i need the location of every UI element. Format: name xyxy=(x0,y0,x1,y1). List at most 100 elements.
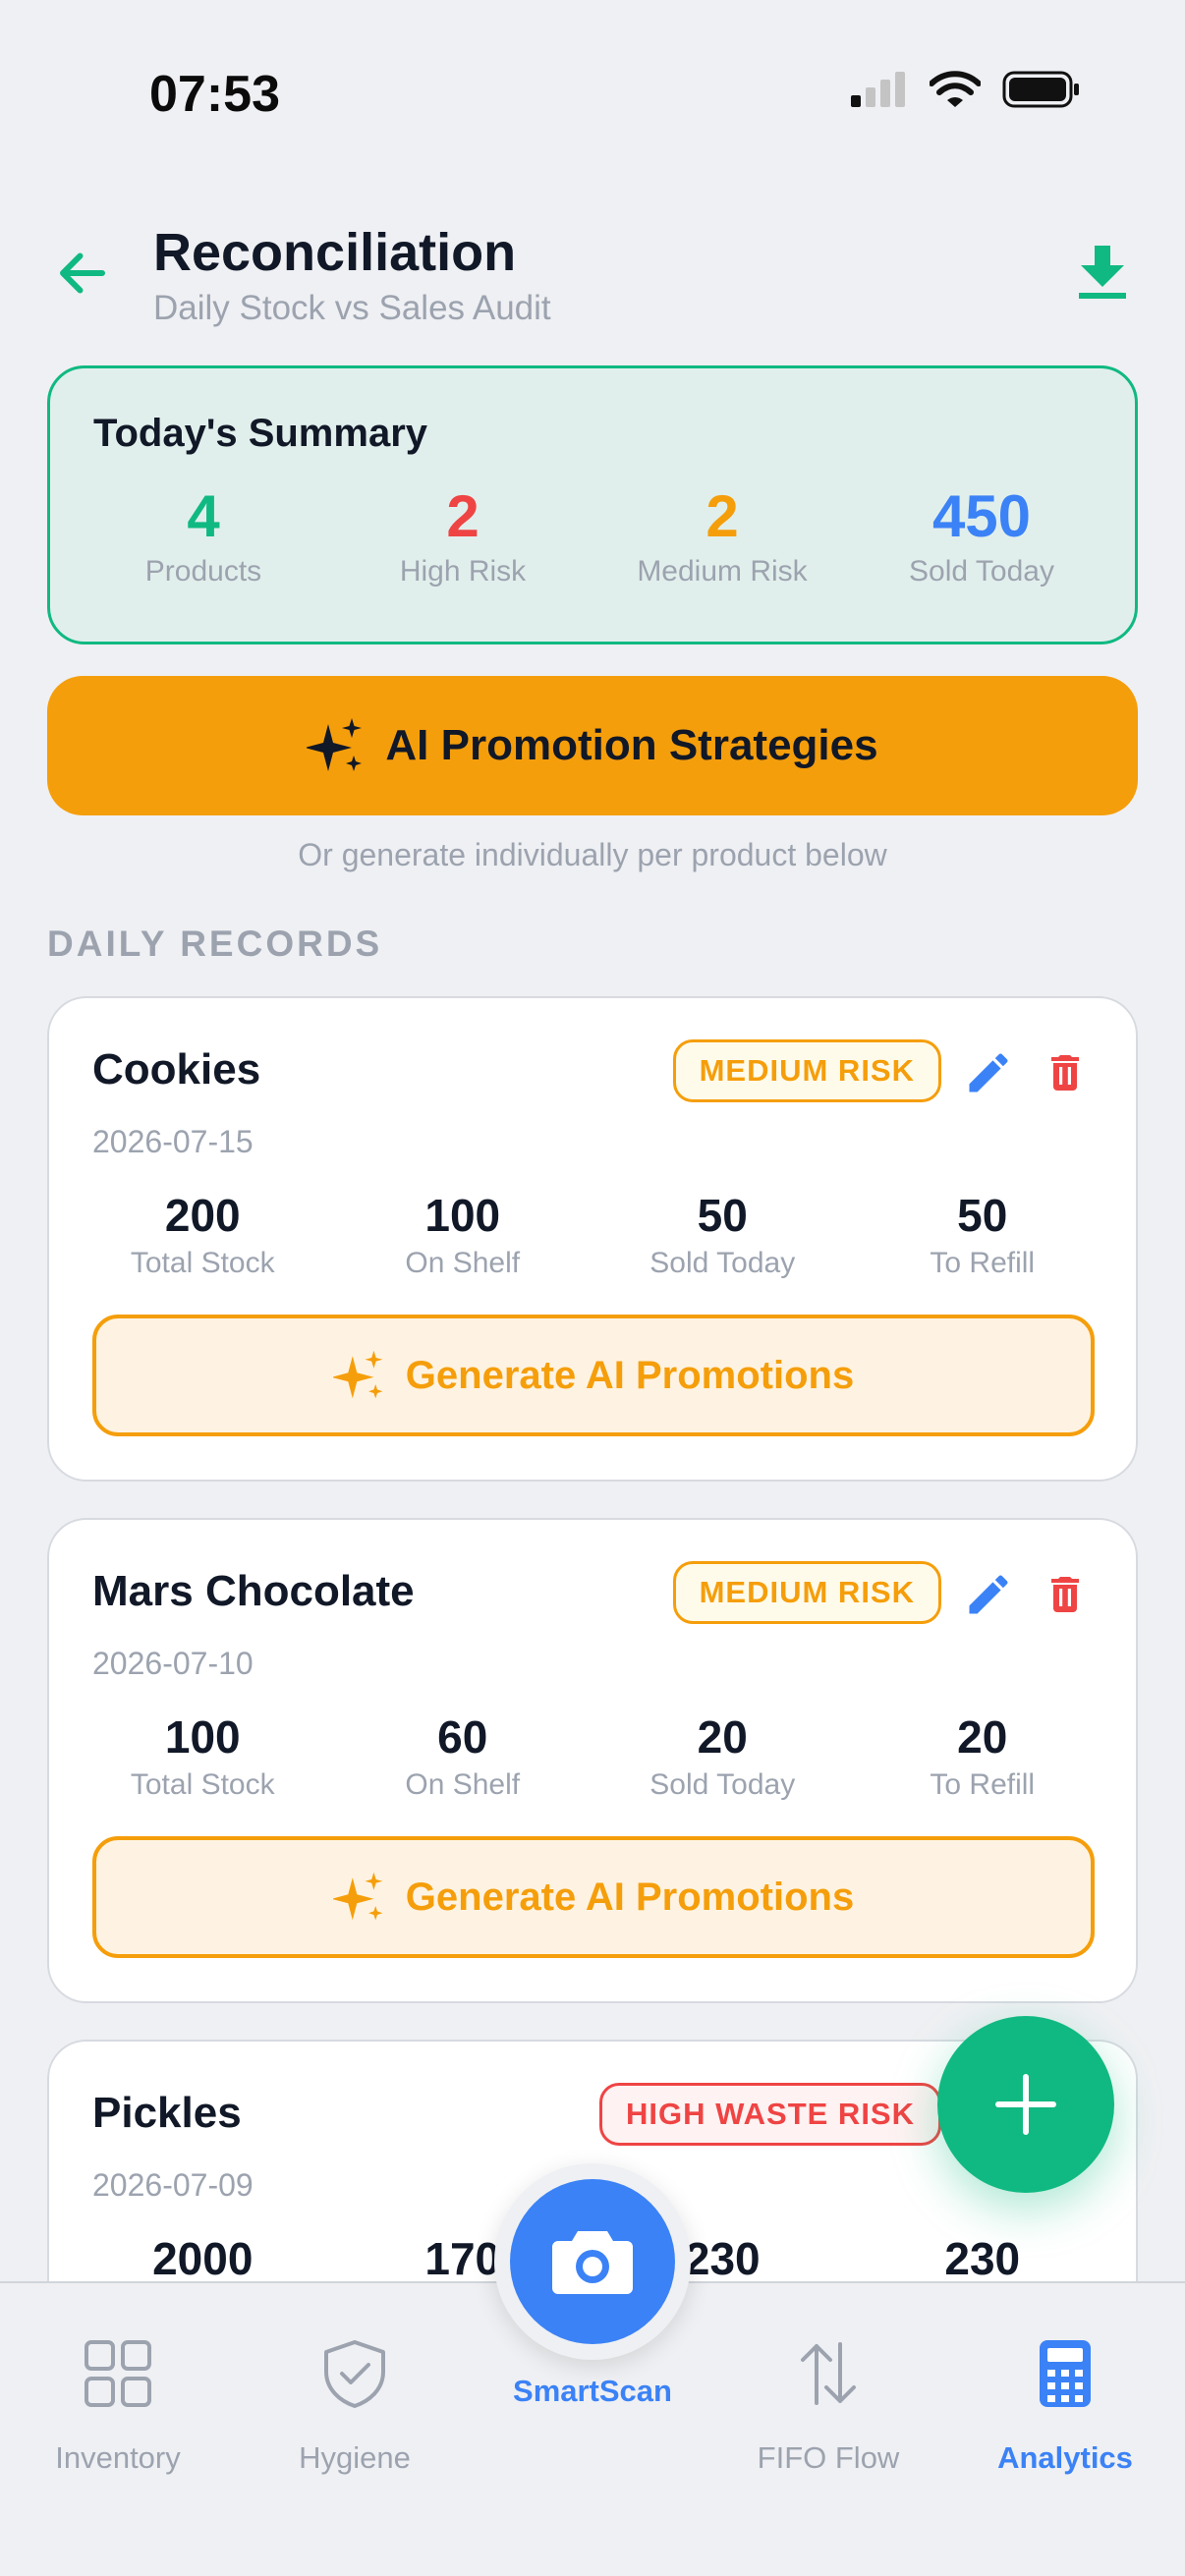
page-subtitle: Daily Stock vs Sales Audit xyxy=(153,289,551,327)
summary-value: 4 xyxy=(187,483,220,549)
trash-icon xyxy=(1051,1055,1079,1091)
record-label: Sold Today xyxy=(649,1767,796,1801)
record-label: On Shelf xyxy=(405,1767,521,1801)
summary-stats: 4 Products 2 High Risk 2 Medium Risk 450… xyxy=(50,484,1135,588)
record-date: 2026-07-09 xyxy=(92,2167,254,2203)
cellular-signal-icon xyxy=(851,72,905,107)
download-button[interactable] xyxy=(1071,242,1134,305)
summary-stat-sold-today: 450 Sold Today xyxy=(852,484,1111,588)
record-stat-sold-today: 50 Sold Today xyxy=(592,1191,853,1280)
record-label: Sold Today xyxy=(649,1246,796,1279)
arrows-up-down-icon xyxy=(801,2342,856,2405)
record-card-mars-chocolate: Mars Chocolate MEDIUM RISK 2026-07-10 10… xyxy=(47,1518,1138,2003)
nav-item-inventory[interactable]: Inventory xyxy=(0,2338,236,2476)
wifi-icon xyxy=(930,71,981,107)
record-label: Total Stock xyxy=(130,1767,275,1801)
page-title: Reconciliation xyxy=(153,223,517,282)
record-label: To Refill xyxy=(930,1767,1036,1801)
status-time: 07:53 xyxy=(149,66,280,123)
nav-label: Hygiene xyxy=(299,2440,411,2475)
edit-button[interactable] xyxy=(961,1567,1016,1622)
record-stats: 100 Total Stock 60 On Shelf 20 Sold Toda… xyxy=(49,1712,1136,1802)
smartscan-button[interactable] xyxy=(494,2163,691,2360)
record-stat-sold-today: 20 Sold Today xyxy=(592,1712,853,1802)
generate-ai-promotions-label: Generate AI Promotions xyxy=(405,1353,855,1397)
record-value: 100 xyxy=(424,1190,501,1241)
arrow-left-icon xyxy=(60,252,105,294)
smartscan-label: SmartScan xyxy=(513,2374,672,2408)
trash-icon xyxy=(1051,1577,1079,1612)
nav-label: FIFO Flow xyxy=(757,2440,900,2475)
nav-label: Inventory xyxy=(55,2440,181,2475)
risk-badge: MEDIUM RISK xyxy=(672,1561,941,1624)
calculator-icon xyxy=(1040,2340,1091,2407)
record-label: To Refill xyxy=(930,1246,1036,1279)
sparkles-icon xyxy=(307,718,363,771)
record-stat-to-refill: 50 To Refill xyxy=(853,1191,1113,1280)
delete-button[interactable] xyxy=(1038,1567,1093,1622)
summary-title: Today's Summary xyxy=(93,412,427,455)
record-date: 2026-07-15 xyxy=(92,1124,254,1159)
risk-badge: MEDIUM RISK xyxy=(672,1039,941,1102)
summary-stat-medium-risk: 2 Medium Risk xyxy=(592,484,852,588)
record-value: 20 xyxy=(957,1711,1008,1763)
record-value: 2000 xyxy=(152,2233,254,2284)
section-label-daily-records: DAILY RECORDS xyxy=(47,924,383,964)
record-stat-total-stock: 200 Total Stock xyxy=(73,1191,333,1280)
hint-text: Or generate individually per product bel… xyxy=(298,837,887,872)
summary-label: High Risk xyxy=(399,555,527,588)
status-icons xyxy=(851,71,1081,108)
record-stat-on-shelf: 60 On Shelf xyxy=(333,1712,593,1802)
generate-ai-promotions-label: Generate AI Promotions xyxy=(405,1875,855,1919)
record-stats: 200 Total Stock 100 On Shelf 50 Sold Tod… xyxy=(49,1191,1136,1280)
header: Reconciliation Daily Stock vs Sales Audi… xyxy=(0,216,1185,344)
generate-ai-promotions-button[interactable]: Generate AI Promotions xyxy=(92,1836,1095,1958)
nav-item-hygiene[interactable]: Hygiene xyxy=(237,2338,473,2476)
record-value: 100 xyxy=(164,1711,241,1763)
sparkles-icon xyxy=(332,1872,383,1921)
grid-icon xyxy=(85,2340,151,2407)
summary-label: Products xyxy=(144,555,262,588)
nav-item-fifo-flow[interactable]: FIFO Flow xyxy=(710,2338,946,2476)
record-value: 60 xyxy=(437,1711,488,1763)
record-value: 50 xyxy=(697,1190,748,1241)
ai-promotion-strategies-label: AI Promotion Strategies xyxy=(385,721,878,769)
summary-label: Sold Today xyxy=(909,555,1054,588)
record-label: Total Stock xyxy=(130,1246,275,1279)
pencil-icon xyxy=(969,1053,1008,1092)
record-name: Cookies xyxy=(92,1045,261,1093)
record-label: On Shelf xyxy=(405,1246,521,1279)
shield-check-icon xyxy=(324,2340,385,2408)
status-bar: 07:53 xyxy=(0,0,1185,187)
ai-promotion-strategies-button[interactable]: AI Promotion Strategies xyxy=(47,676,1138,815)
record-date: 2026-07-10 xyxy=(92,1646,254,1681)
summary-label: Medium Risk xyxy=(637,555,808,588)
edit-button[interactable] xyxy=(961,1045,1016,1100)
record-name: Mars Chocolate xyxy=(92,1567,415,1615)
record-value: 200 xyxy=(164,1190,241,1241)
summary-stat-high-risk: 2 High Risk xyxy=(333,484,592,588)
record-stat-on-shelf: 100 On Shelf xyxy=(333,1191,593,1280)
risk-badge: HIGH WASTE RISK xyxy=(598,2083,941,2146)
generate-ai-promotions-button[interactable]: Generate AI Promotions xyxy=(92,1315,1095,1436)
summary-value: 2 xyxy=(705,483,739,549)
pencil-icon xyxy=(969,1575,1008,1614)
record-value: 230 xyxy=(944,2233,1021,2284)
record-value: 50 xyxy=(957,1190,1008,1241)
back-button[interactable] xyxy=(51,242,114,305)
record-name: Pickles xyxy=(92,2089,242,2137)
sparkles-icon xyxy=(332,1350,383,1399)
add-record-button[interactable] xyxy=(937,2016,1114,2193)
delete-button[interactable] xyxy=(1038,1045,1093,1100)
record-card-cookies: Cookies MEDIUM RISK 2026-07-15 200 Total… xyxy=(47,996,1138,1482)
plus-icon xyxy=(995,2074,1056,2135)
record-stat-total-stock: 100 Total Stock xyxy=(73,1712,333,1802)
download-icon xyxy=(1079,246,1126,299)
nav-item-analytics[interactable]: Analytics xyxy=(947,2338,1183,2476)
summary-stat-products: 4 Products xyxy=(74,484,333,588)
battery-icon xyxy=(1002,71,1079,108)
nav-label: Analytics xyxy=(997,2440,1133,2475)
summary-value: 450 xyxy=(931,483,1032,549)
summary-card: Today's Summary 4 Products 2 High Risk 2… xyxy=(47,365,1138,644)
camera-icon xyxy=(552,2231,633,2294)
